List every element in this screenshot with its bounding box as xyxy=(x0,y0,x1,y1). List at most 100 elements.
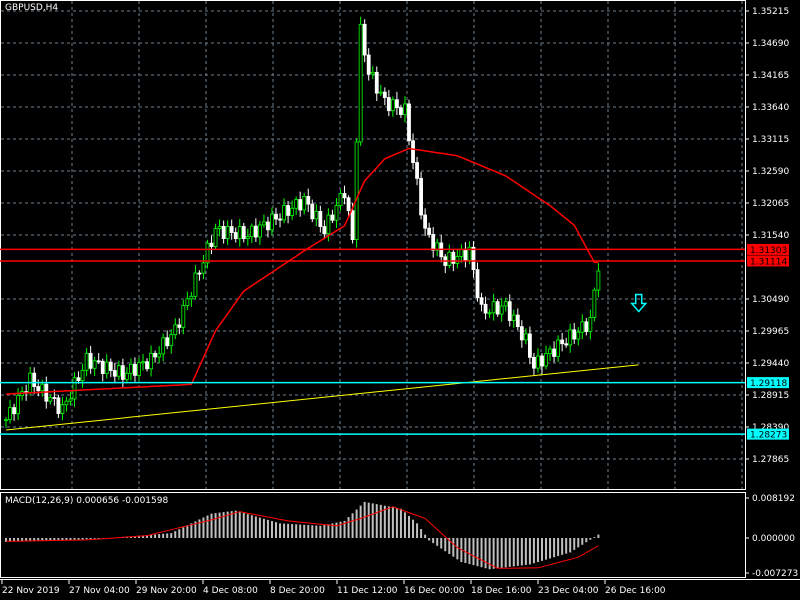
y-tick-label: 1.34690 xyxy=(752,39,789,49)
candle-body xyxy=(100,360,105,374)
price-label: 1.31303 xyxy=(750,246,787,256)
candle-body xyxy=(330,214,335,221)
candle-body xyxy=(552,348,556,357)
candle-body xyxy=(479,297,484,305)
candle-body xyxy=(125,372,129,380)
candle-body xyxy=(141,361,145,364)
candle-body xyxy=(286,205,291,216)
candle-body xyxy=(290,207,295,216)
y-tick-label: 1.29440 xyxy=(752,359,789,369)
candle-body xyxy=(52,397,57,399)
candle-body xyxy=(576,331,581,340)
candle-body xyxy=(427,227,432,235)
x-tick-label: 26 Dec 16:00 xyxy=(605,586,666,596)
candle-body xyxy=(278,218,282,221)
y-tick-label: 1.29965 xyxy=(752,327,789,337)
arrow-down-icon xyxy=(630,293,648,313)
candle-body xyxy=(560,339,565,345)
chart-title: GBPUSD,H4 xyxy=(5,3,59,13)
x-tick-label: 27 Nov 04:00 xyxy=(69,586,130,596)
candle-body xyxy=(157,353,162,358)
candle-body xyxy=(459,248,464,257)
candle-body xyxy=(108,361,113,371)
y-tick-label: 1.31540 xyxy=(752,231,789,241)
macd-label: MACD(12,26,9) 0.000656 -0.001598 xyxy=(5,496,169,506)
candle-body xyxy=(217,226,222,229)
candle-body xyxy=(584,321,589,332)
candle-body xyxy=(588,317,593,332)
candle-body xyxy=(515,314,520,328)
candle-body xyxy=(209,242,214,247)
candle-body xyxy=(415,162,419,179)
y-tick-label: 1.34165 xyxy=(752,71,789,81)
candle-body xyxy=(40,383,45,392)
x-tick-label: 8 Dec 20:00 xyxy=(270,586,325,596)
x-tick-label: 18 Dec 16:00 xyxy=(471,586,532,596)
candle-body xyxy=(580,321,585,333)
candle-body xyxy=(229,226,234,233)
macd-y-tick-label: -0.007273 xyxy=(752,569,798,579)
candle-body xyxy=(181,305,186,328)
candle-body xyxy=(84,352,89,371)
candle-body xyxy=(475,269,480,299)
candle-body xyxy=(282,205,286,221)
x-tick-label: 29 Nov 20:00 xyxy=(136,586,197,596)
candle-body xyxy=(185,298,190,306)
candle-body xyxy=(165,337,170,347)
candle-body xyxy=(60,404,65,414)
macd-y-tick-label: 0.000000 xyxy=(752,534,795,544)
candle-body xyxy=(161,337,166,355)
candle-body xyxy=(423,214,428,229)
candle-body xyxy=(326,214,331,235)
candle-body xyxy=(80,369,85,381)
candle-body xyxy=(92,360,97,369)
candle-body xyxy=(56,397,61,414)
candle-body xyxy=(72,377,77,400)
candle-body xyxy=(491,301,496,314)
candle-body xyxy=(253,225,258,238)
candle-body xyxy=(370,71,375,75)
candle-body xyxy=(262,221,266,226)
candle-body xyxy=(32,372,37,387)
candle-body xyxy=(532,356,536,369)
candle-body xyxy=(318,211,323,227)
candle-body xyxy=(455,256,460,264)
y-tick-label: 1.33640 xyxy=(752,103,789,113)
candle-body xyxy=(463,248,468,261)
candle-body xyxy=(528,333,532,358)
candle-body xyxy=(274,213,278,220)
candle-body xyxy=(564,343,569,346)
candle-body xyxy=(237,226,242,240)
candle-body xyxy=(266,221,270,231)
candle-body xyxy=(374,71,379,94)
candle-body xyxy=(338,193,343,206)
candle-body xyxy=(257,224,262,238)
candle-body xyxy=(197,272,202,275)
candle-body xyxy=(431,234,436,251)
candle-body xyxy=(201,262,206,274)
candle-body xyxy=(169,334,174,347)
candle-body xyxy=(306,196,311,205)
x-tick-label: 4 Dec 08:00 xyxy=(203,586,258,596)
candle-body xyxy=(499,305,504,315)
candle-body xyxy=(519,326,524,341)
candle-body xyxy=(540,355,544,367)
candle-body xyxy=(205,242,210,264)
trend-line xyxy=(5,364,639,431)
x-tick-label: 22 Nov 2019 xyxy=(2,586,60,596)
candle-body xyxy=(133,364,137,376)
candle-body xyxy=(16,395,20,415)
candle-body xyxy=(334,205,339,221)
candle-body xyxy=(366,54,371,75)
candle-body xyxy=(104,361,109,374)
candle-body xyxy=(390,99,395,112)
price-label: 1.31114 xyxy=(750,257,787,267)
candle-body xyxy=(249,225,254,238)
candle-body xyxy=(511,314,516,321)
candle-body xyxy=(48,397,53,402)
macd-y-tick-label: 0.008192 xyxy=(752,494,795,504)
candle-body xyxy=(233,232,238,240)
candle-body xyxy=(310,203,315,220)
price-chart[interactable]: 1.35215 1.34690 1.34165 1.33640 1.33115 1.325… xyxy=(0,0,800,600)
candle-body xyxy=(596,270,601,291)
